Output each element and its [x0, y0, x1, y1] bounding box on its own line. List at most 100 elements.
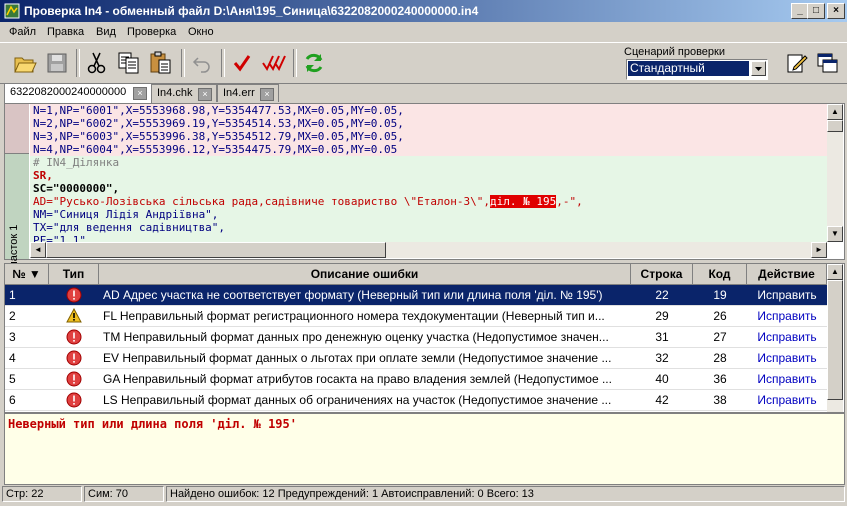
- fix-link[interactable]: Исправить: [747, 348, 827, 369]
- table-row[interactable]: 2 FL Неправильный формат регистрационного…: [5, 306, 827, 327]
- col-header-line[interactable]: Строка: [631, 264, 693, 285]
- scroll-down-icon[interactable]: ▼: [827, 226, 843, 242]
- check-icon[interactable]: [229, 50, 255, 76]
- col-header-type[interactable]: Тип: [49, 264, 99, 285]
- close-icon[interactable]: ×: [198, 88, 212, 101]
- menu-check[interactable]: Проверка: [127, 26, 176, 38]
- cell-code: 26: [713, 309, 727, 323]
- error-icon: [66, 350, 82, 369]
- cell-num: 1: [9, 288, 16, 302]
- error-message-pane: Неверный тип или длина поля 'діл. № 195': [4, 413, 845, 485]
- table-row[interactable]: 1 AD Адрес участка не соответствует форма…: [5, 285, 827, 306]
- cut-icon[interactable]: [84, 50, 110, 76]
- cell-desc: FL Неправильный формат регистрационного …: [103, 309, 605, 323]
- check-all-icon[interactable]: [261, 50, 287, 76]
- cell-line: 22: [655, 288, 669, 302]
- table-row[interactable]: 5 GA Неправильный формат атрибутов госакт…: [5, 369, 827, 390]
- copy-icon[interactable]: [116, 50, 142, 76]
- fix-link[interactable]: Исправить: [747, 285, 827, 306]
- chevron-down-icon[interactable]: [751, 61, 766, 76]
- scroll-up-icon[interactable]: ▲: [827, 104, 843, 120]
- table-row[interactable]: 4 EV Неправильный формат данных о льготах…: [5, 348, 827, 369]
- tab-main-file[interactable]: 6322082000240000000 ×: [4, 83, 152, 103]
- fix-link[interactable]: Исправить: [747, 369, 827, 390]
- cell-code: 27: [713, 330, 727, 344]
- edit-icon[interactable]: [784, 50, 810, 76]
- scroll-thumb[interactable]: [827, 120, 843, 132]
- editor-vertical-scrollbar[interactable]: ▲ ▼: [827, 104, 843, 242]
- code-line: N=4,NP="6004",X=5553996.12,Y=5354475.79,…: [33, 143, 398, 156]
- cell-line: 32: [655, 351, 669, 365]
- menu-edit[interactable]: Правка: [47, 26, 84, 38]
- code-line: TX="для ведення садівництва",: [33, 221, 226, 234]
- app-icon: [4, 3, 20, 19]
- tab-err[interactable]: In4.err ×: [217, 84, 279, 102]
- tab-label: In4.err: [223, 87, 255, 99]
- tab-chk[interactable]: In4.chk ×: [151, 84, 217, 102]
- code-area[interactable]: N=1,NP="6001",X=5553968.98,Y=5354477.53,…: [30, 104, 827, 244]
- scenario-select-value: Стандартный: [628, 61, 749, 76]
- close-icon[interactable]: ×: [260, 88, 274, 101]
- maximize-button[interactable]: □: [807, 3, 825, 19]
- refresh-icon[interactable]: [301, 50, 327, 76]
- cell-type: [49, 285, 99, 306]
- windows-icon[interactable]: [814, 50, 840, 76]
- gutter-section-parcel[interactable]: Участок 1: [5, 153, 29, 274]
- tab-label: 6322082000240000000: [10, 86, 127, 98]
- cell-line: 42: [655, 393, 669, 407]
- col-header-label: №: [12, 267, 26, 281]
- col-header-num[interactable]: № ▼: [5, 264, 49, 285]
- cell-type: [49, 348, 99, 369]
- scroll-up-icon[interactable]: ▲: [827, 264, 843, 280]
- cell-desc: TM Неправильный формат данных про денежн…: [103, 330, 609, 344]
- menu-window[interactable]: Окно: [188, 26, 214, 38]
- table-vertical-scrollbar[interactable]: ▲: [827, 264, 843, 412]
- close-icon[interactable]: ×: [133, 87, 147, 100]
- code-editor[interactable]: Участок 1 N=1,NP="6001",X=5553968.98,Y=5…: [4, 103, 845, 274]
- close-button[interactable]: ×: [827, 3, 845, 19]
- error-icon: [66, 329, 82, 348]
- table-row[interactable]: 3 TM Неправильный формат данных про денеж…: [5, 327, 827, 348]
- tab-label: In4.chk: [157, 87, 193, 99]
- file-tabs: 6322082000240000000 × In4.chk × In4.err …: [0, 83, 847, 103]
- scroll-thumb[interactable]: [827, 280, 843, 400]
- cell-desc: LS Неправильный формат данных об огранич…: [103, 393, 612, 407]
- code-line: N=1,NP="6001",X=5553968.98,Y=5354477.53,…: [33, 104, 404, 117]
- error-icon: [66, 392, 82, 411]
- error-message: Неверный тип или длина поля 'діл. № 195': [8, 417, 297, 431]
- table-row[interactable]: 6 LS Неправильный формат данных об ограни…: [5, 390, 827, 411]
- cell-num: 6: [9, 393, 16, 407]
- cell-line: 40: [655, 372, 669, 386]
- col-header-code[interactable]: Код: [693, 264, 747, 285]
- section-gutter: Участок 1: [5, 104, 29, 274]
- cell-type: [49, 327, 99, 348]
- fix-link[interactable]: Исправить: [747, 306, 827, 327]
- cell-line: 29: [655, 309, 669, 323]
- menu-file[interactable]: Файл: [9, 26, 36, 38]
- cell-num: 2: [9, 309, 16, 323]
- editor-horizontal-scrollbar[interactable]: ◄ ►: [30, 242, 827, 258]
- cell-num: 4: [9, 351, 16, 365]
- code-line-comment: # IN4_Ділянка: [33, 156, 120, 169]
- scroll-thumb[interactable]: [46, 242, 386, 258]
- toolbar-separator: [221, 49, 225, 77]
- save-icon[interactable]: [44, 50, 70, 76]
- col-header-desc[interactable]: Описание ошибки: [99, 264, 631, 285]
- scroll-right-icon[interactable]: ►: [811, 242, 827, 258]
- status-col: Сим: 70: [84, 486, 164, 502]
- cell-type: [49, 390, 99, 411]
- cell-desc: GA Неправильный формат атрибутов госакта…: [103, 372, 612, 386]
- open-folder-icon[interactable]: [12, 50, 38, 76]
- col-header-action[interactable]: Действие: [747, 264, 827, 285]
- cell-code: 36: [713, 372, 727, 386]
- scenario-select[interactable]: Стандартный: [626, 59, 768, 80]
- gutter-section-points: [5, 104, 29, 153]
- cell-desc: EV Неправильный формат данных о льготах …: [103, 351, 612, 365]
- fix-link[interactable]: Исправить: [747, 390, 827, 411]
- undo-icon[interactable]: [189, 50, 215, 76]
- menu-view[interactable]: Вид: [96, 26, 116, 38]
- error-icon: [66, 287, 82, 306]
- fix-link[interactable]: Исправить: [747, 327, 827, 348]
- paste-icon[interactable]: [148, 50, 174, 76]
- scroll-left-icon[interactable]: ◄: [30, 242, 46, 258]
